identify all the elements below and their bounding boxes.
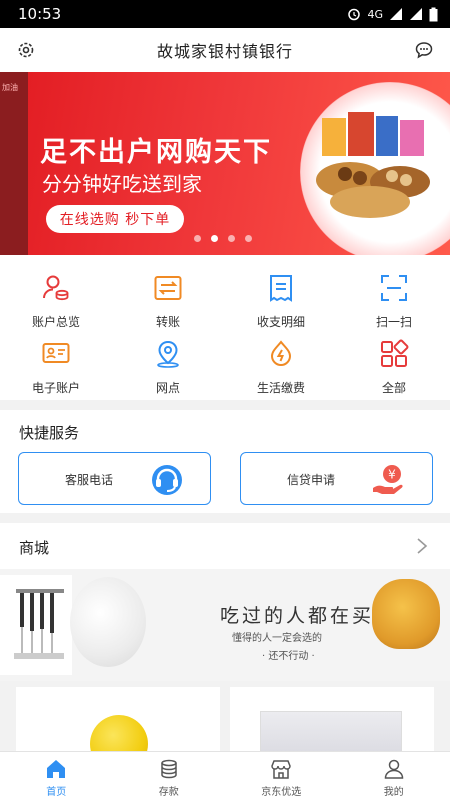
section-title: 商城: [19, 539, 50, 557]
grid-item-label: 账户总览: [31, 315, 80, 329]
signal-icon: [390, 8, 402, 20]
product-card[interactable]: [230, 687, 434, 751]
gear-icon[interactable]: [16, 40, 36, 60]
bottom-tab-bar: 首页 存款 京东优选 我的: [0, 751, 450, 800]
status-bar: 10:53 4G: [0, 0, 450, 28]
section-title: 快捷服务: [19, 424, 80, 442]
all-apps-icon: [381, 339, 409, 367]
grid-item-all[interactable]: 全部: [338, 339, 450, 396]
carousel-dot[interactable]: [211, 235, 218, 242]
function-grid: 账户总览 转账 收支明细 扫一扫 电子账户 网点 生活缴费 全部: [0, 255, 450, 400]
account-overview-icon: [43, 275, 69, 301]
grid-item-label: 扫一扫: [375, 315, 412, 329]
grid-item-transfer[interactable]: 转账: [112, 273, 224, 330]
promo-banner[interactable]: 加油 足不出户网购天下 分分钟好吃送到家 在线选购 秒下单: [0, 72, 450, 255]
status-time: 10:53: [18, 5, 62, 23]
loan-application-card[interactable]: 信贷申请 ¥: [240, 452, 433, 505]
promo-title: 吃过的人都在买: [220, 605, 375, 627]
banner-product-image: [300, 82, 450, 255]
transfer-icon: [154, 276, 182, 300]
grid-item-label: 收支明细: [256, 315, 305, 329]
tab-home[interactable]: 首页: [0, 752, 113, 800]
shop-icon: [271, 760, 292, 779]
svg-text:¥: ¥: [388, 468, 396, 482]
product-image: [260, 711, 402, 751]
app-header: 故城家银村镇银行: [0, 28, 450, 72]
mall-promo-banner[interactable]: 吃过的人都在买 懂得的人一定会选的 · 还不行动 ·: [0, 569, 450, 681]
tab-label: 我的: [383, 787, 404, 798]
snack-bags-illustration: [316, 112, 430, 218]
mall-section-header[interactable]: 商城: [0, 523, 450, 569]
quick-service-label: 客服电话: [65, 473, 114, 487]
carousel-dot[interactable]: [245, 235, 252, 242]
location-icon: [157, 340, 179, 368]
grid-item-location[interactable]: 网点: [112, 339, 224, 396]
tab-label: 存款: [158, 787, 179, 798]
scan-icon: [381, 275, 407, 301]
grid-item-label: 电子账户: [31, 381, 80, 395]
statement-icon: [270, 275, 292, 302]
signal-icon-2: [410, 8, 422, 20]
banner-cta-button[interactable]: 在线选购 秒下单: [46, 205, 184, 233]
customer-service-card[interactable]: 客服电话: [18, 452, 211, 505]
e-account-icon: [42, 343, 70, 363]
grid-item-e-account[interactable]: 电子账户: [0, 339, 112, 396]
battery-icon: [429, 7, 438, 21]
bun-image: [372, 579, 440, 649]
promo-subtitle: 懂得的人一定会选的: [232, 633, 322, 644]
grid-item-label: 全部: [381, 381, 406, 395]
home-icon: [47, 760, 66, 778]
user-icon: [384, 759, 404, 779]
product-list: [0, 681, 450, 751]
network-type: 4G: [367, 7, 383, 21]
tab-deposit[interactable]: 存款: [113, 752, 226, 800]
carousel-indicator: [194, 235, 252, 242]
grid-item-statement[interactable]: 收支明细: [225, 273, 337, 330]
tab-label: 首页: [46, 787, 67, 798]
carousel-dot[interactable]: [228, 235, 235, 242]
banner-side-text: 加油: [2, 83, 18, 92]
grid-item-label: 生活缴费: [256, 381, 305, 395]
loan-application-icon: ¥: [373, 465, 403, 494]
banner-subline: 分分钟好吃送到家: [42, 172, 202, 196]
alarm-icon: [348, 8, 361, 21]
promo-subtitle-2: · 还不行动 ·: [262, 651, 315, 662]
chat-bubble-icon[interactable]: [414, 40, 434, 60]
grid-item-label: 转账: [155, 315, 180, 329]
product-image: [90, 715, 148, 751]
quick-services-section: 快捷服务 客服电话 信贷申请 ¥: [0, 410, 450, 513]
page-title: 故城家银村镇银行: [156, 42, 293, 61]
coins-icon: [161, 759, 177, 779]
banner-side-strip: 加油: [0, 72, 28, 255]
plate-image: [70, 577, 146, 667]
banner-headline: 足不出户网购天下: [40, 137, 272, 168]
status-icons: 4G: [347, 7, 438, 22]
carousel-dot[interactable]: [194, 235, 201, 242]
chevron-right-icon[interactable]: [416, 538, 428, 554]
tab-mine[interactable]: 我的: [338, 752, 450, 800]
customer-service-headset-icon: [152, 465, 182, 495]
grid-item-scan[interactable]: 扫一扫: [338, 273, 450, 330]
grid-item-bill-payment[interactable]: 生活缴费: [225, 339, 337, 396]
bill-payment-icon: [270, 340, 292, 366]
kitchen-tools-image: [0, 575, 72, 675]
utensil-rack-illustration: [14, 589, 64, 659]
tab-label: 京东优选: [261, 787, 302, 798]
grid-item-account-overview[interactable]: 账户总览: [0, 273, 112, 330]
quick-service-label: 信贷申请: [287, 473, 336, 487]
product-card[interactable]: [16, 687, 220, 751]
tab-jd-select[interactable]: 京东优选: [225, 752, 338, 800]
grid-item-label: 网点: [155, 381, 180, 395]
